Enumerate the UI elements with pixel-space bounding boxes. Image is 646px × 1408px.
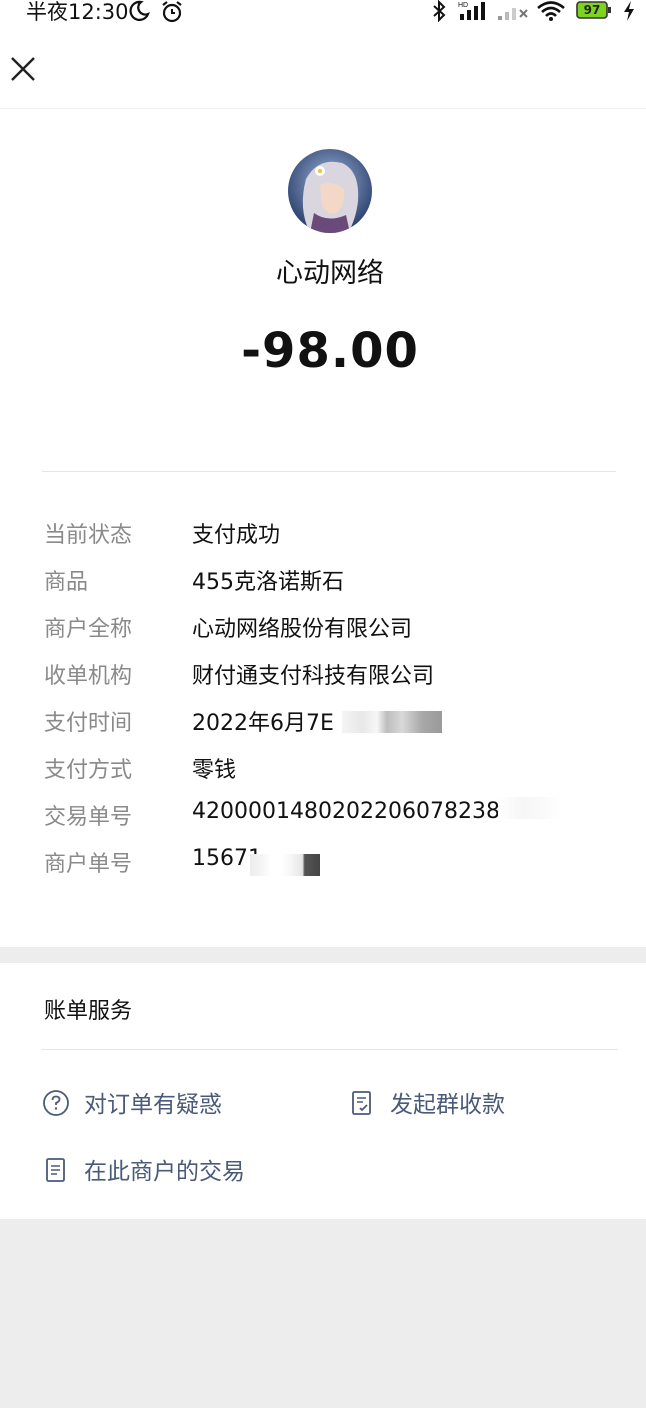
detail-row-status: 当前状态 支付成功 (0, 517, 646, 557)
detail-value: 财付通支付科技有限公司 (192, 664, 435, 689)
divider (42, 1049, 618, 1050)
signal-empty-icon (498, 8, 528, 20)
charging-bolt-icon (624, 1, 634, 21)
redacted-mask (250, 854, 320, 876)
doc-check-icon (352, 1091, 371, 1115)
battery-level: 97 (583, 3, 601, 17)
merchant-avatar (288, 149, 372, 233)
close-button[interactable] (6, 52, 40, 86)
detail-row-merchant-order-id: 商户单号 15671 (0, 846, 646, 886)
detail-value: 支付成功 (192, 523, 281, 548)
merchant-avatar-image (288, 149, 372, 233)
redacted-mask (342, 711, 442, 733)
detail-row-transaction-id: 交易单号 42000014802022060782383 (0, 797, 646, 839)
divider (42, 471, 616, 472)
detail-value: 零钱 (192, 758, 237, 783)
payment-summary: 心动网络 -98.00 当前状态 支付成功 商品 455克洛诺斯石 商户全称 心… (0, 109, 646, 947)
redacted-mask (498, 797, 562, 819)
detail-row-acquirer: 收单机构 财付通支付科技有限公司 (0, 658, 646, 698)
detail-row-merchant-full-name: 商户全称 心动网络股份有限公司 (0, 611, 646, 651)
payment-amount: -98.00 (241, 323, 419, 379)
doc-list-icon (46, 1158, 65, 1182)
detail-label: 商品 (44, 570, 89, 595)
bill-services-title: 账单服务 (44, 999, 133, 1024)
detail-value: 42000014802022060782383 (192, 799, 514, 824)
group-collection-link[interactable]: 发起群收款 (348, 1085, 548, 1119)
moon-icon (129, 0, 150, 21)
alarm-icon (162, 1, 182, 23)
detail-row-payment-time: 支付时间 2022年6月7E (0, 705, 646, 745)
order-question-link[interactable]: 对订单有疑惑 (42, 1085, 262, 1119)
group-collection-label: 发起群收款 (390, 1092, 505, 1118)
detail-row-payment-method: 支付方式 零钱 (0, 752, 646, 792)
detail-value: 455克洛诺斯石 (192, 570, 344, 595)
detail-label: 收单机构 (44, 664, 133, 689)
detail-row-product: 商品 455克洛诺斯石 (0, 564, 646, 604)
detail-label: 商户单号 (44, 852, 133, 877)
bill-services: 账单服务 对订单有疑惑 发起群收款 在此商户的交易 (0, 963, 646, 1219)
order-question-label: 对订单有疑惑 (84, 1092, 222, 1118)
detail-label: 商户全称 (44, 617, 133, 642)
header-bar (0, 30, 646, 109)
status-time: 半夜12:30 (26, 0, 129, 24)
detail-label: 当前状态 (44, 523, 133, 548)
detail-value: 2022年6月7E (192, 711, 334, 736)
status-bar: 半夜12:30 HD 97 (0, 0, 646, 30)
detail-label: 支付方式 (44, 758, 133, 783)
merchant-transactions-label: 在此商户的交易 (84, 1159, 245, 1185)
battery-indicator: 97 (576, 1, 612, 19)
merchant-name: 心动网络 (276, 258, 384, 289)
detail-value: 心动网络股份有限公司 (192, 617, 413, 642)
detail-label: 支付时间 (44, 711, 133, 736)
bill-detail-screen: 半夜12:30 HD 97 心动网络 -98.00 当前状态 支付成功 商品 4… (0, 0, 646, 1408)
signal-hd-icon: HD (458, 2, 485, 20)
question-circle-icon (43, 1090, 69, 1116)
svg-text:HD: HD (458, 2, 468, 9)
merchant-transactions-link[interactable]: 在此商户的交易 (42, 1152, 282, 1186)
bluetooth-icon (433, 0, 446, 22)
wifi-icon (537, 1, 565, 21)
detail-label: 交易单号 (44, 805, 133, 830)
